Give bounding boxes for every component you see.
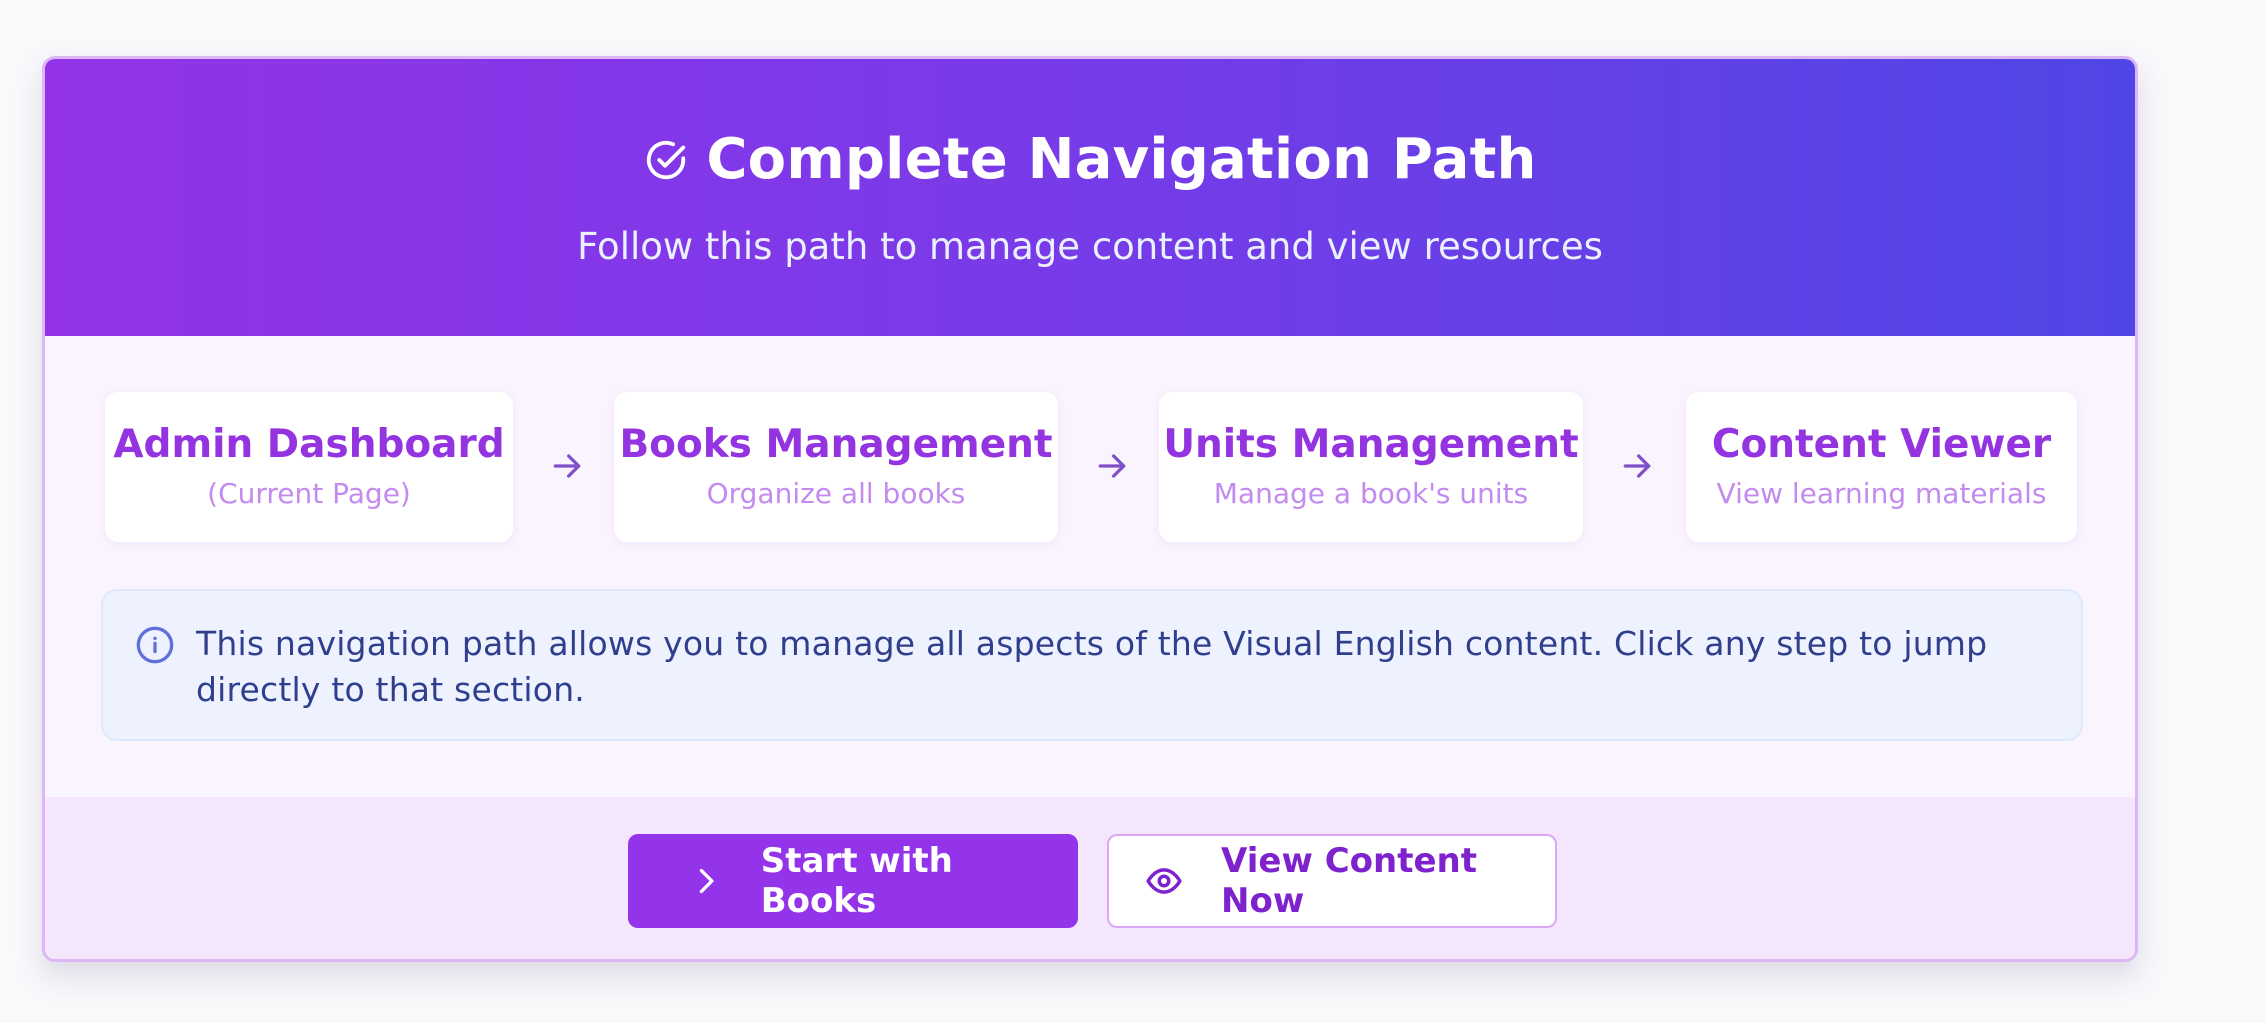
step-title: Books Management xyxy=(619,422,1053,467)
navigation-steps: Admin Dashboard (Current Page) Books Man… xyxy=(45,392,2135,542)
step-title: Units Management xyxy=(1163,422,1579,467)
chevron-right-icon xyxy=(699,868,714,894)
card-footer: Start with Books View Content Now xyxy=(45,797,2135,959)
card-header: Complete Navigation Path Follow this pat… xyxy=(45,59,2135,336)
step-units-management[interactable]: Units Management Manage a book's units xyxy=(1159,392,1583,542)
arrow-right-icon xyxy=(1098,454,1126,478)
info-icon xyxy=(136,626,174,664)
page-subtitle: Follow this path to manage content and v… xyxy=(577,225,1603,268)
header-title-row: Complete Navigation Path xyxy=(45,117,2135,203)
step-subtitle: Organize all books xyxy=(706,477,966,510)
navigation-path-card: Complete Navigation Path Follow this pat… xyxy=(42,56,2138,962)
arrow-right-icon xyxy=(553,454,581,478)
info-text: This navigation path allows you to manag… xyxy=(196,624,1988,709)
arrow-right-icon xyxy=(1623,454,1651,478)
circle-check-icon xyxy=(647,140,686,180)
step-title: Admin Dashboard xyxy=(113,422,505,467)
button-label: View Content Now xyxy=(1221,841,1478,921)
button-label: Start with Books xyxy=(760,841,953,921)
page-title: Complete Navigation Path xyxy=(706,127,1537,192)
step-admin-dashboard[interactable]: Admin Dashboard (Current Page) xyxy=(105,392,513,542)
step-subtitle: (Current Page) xyxy=(207,477,411,510)
info-box: This navigation path allows you to manag… xyxy=(101,589,2083,741)
step-subtitle: View learning materials xyxy=(1716,477,2047,510)
view-content-now-button[interactable]: View Content Now xyxy=(1107,834,1557,928)
step-books-management[interactable]: Books Management Organize all books xyxy=(614,392,1058,542)
step-title: Content Viewer xyxy=(1711,422,2052,467)
step-content-viewer[interactable]: Content Viewer View learning materials xyxy=(1686,392,2077,542)
eye-icon xyxy=(1146,868,1182,894)
step-subtitle: Manage a book's units xyxy=(1213,477,1529,510)
start-with-books-button[interactable]: Start with Books xyxy=(628,834,1078,928)
